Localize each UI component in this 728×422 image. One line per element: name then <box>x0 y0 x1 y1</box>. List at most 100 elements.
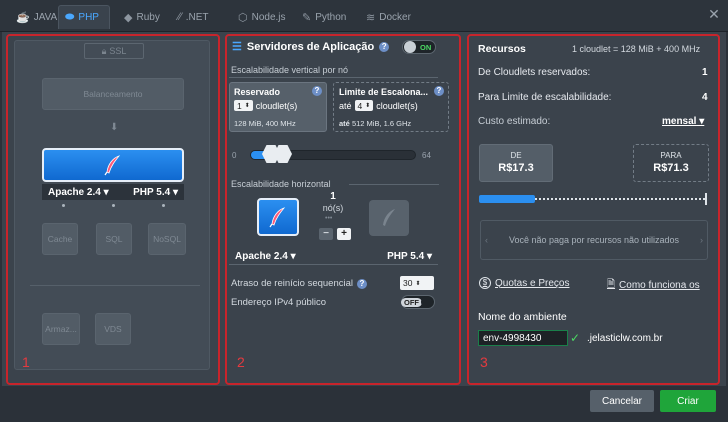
java-icon: ☕ <box>16 11 30 24</box>
to-label: PARA <box>660 151 682 160</box>
limit-row: Para Limite de escalabilidade: <box>478 92 611 103</box>
balancer-node[interactable]: Balanceamento <box>42 78 184 110</box>
sql-label: SQL <box>105 234 123 244</box>
limit-stepper[interactable]: 4 ⬍ <box>354 100 374 111</box>
engine-select[interactable]: Apache 2.4 ▾ <box>48 187 109 198</box>
cancel-button[interactable]: Cancelar <box>590 390 654 412</box>
create-button[interactable]: Criar <box>660 390 716 412</box>
php-select[interactable]: PHP 5.4 ▾ <box>387 251 432 262</box>
restart-delay-input[interactable]: 30 ⬍ <box>400 276 434 290</box>
vertical-scaling-label: Escalabilidade vertical por nó <box>231 65 349 75</box>
reserved-unit: cloudlet(s) <box>255 100 298 111</box>
stepper-arrows-icon: ⬍ <box>415 280 421 287</box>
reserved-info: 128 MiB, 400 MHz <box>234 119 296 128</box>
ruby-icon: ◆ <box>124 11 133 24</box>
from-label: DE <box>510 151 522 160</box>
limit-box: Limite de Escalona... ? até 4 ⬍ cloudlet(… <box>333 82 449 132</box>
ssl-toggle[interactable]: 🔒︎ SSL <box>84 43 144 59</box>
app-server-versions: Apache 2.4 ▾ PHP 5.4 ▾ <box>42 184 184 200</box>
limit-info-prefix: até <box>339 119 350 128</box>
how-it-works-link[interactable]: 🗎︎ Como funciona os <box>607 277 700 294</box>
limit-prefix: até <box>339 100 352 111</box>
php-icon: ⬬ <box>65 11 75 23</box>
slider-min: 0 <box>232 151 237 160</box>
tab-java[interactable]: ☕ JAVA <box>10 5 63 29</box>
reserved-prefix: De <box>478 67 491 78</box>
help-icon[interactable]: ? <box>357 278 367 289</box>
tab-label: Ruby <box>136 11 160 23</box>
unused-resources-hint: ‹ Você não paga por recursos não utiliza… <box>480 220 708 260</box>
cost-label: Custo estimado: <box>478 116 551 127</box>
tab-ruby[interactable]: ◆ Ruby <box>118 5 166 29</box>
connector-dot <box>112 204 115 207</box>
help-icon[interactable]: ? <box>312 86 322 96</box>
nosql-node[interactable]: NoSQL <box>148 223 186 255</box>
cancel-label: Cancelar <box>601 395 643 407</box>
vds-label: VDS <box>104 324 122 334</box>
stepper-arrows-icon: ⬍ <box>244 103 250 109</box>
tab-docker[interactable]: ≋ Docker <box>360 5 417 29</box>
python-icon: ✎ <box>302 11 312 24</box>
restart-delay-value: 30 <box>403 278 413 288</box>
reserved-row: De Cloudlets reservados: <box>478 67 590 78</box>
app-server-node-ghost[interactable] <box>369 200 409 236</box>
cache-node[interactable]: Cache <box>42 223 78 255</box>
reserved-stepper[interactable]: 1 ⬍ <box>234 100 253 111</box>
quotas-link[interactable]: $ Quotas e Preços <box>479 277 569 289</box>
tab-label: Node.js <box>251 11 286 23</box>
domain-suffix: .jelasticlw.com.br <box>587 333 663 344</box>
toggle-knob <box>421 296 433 308</box>
engine-select[interactable]: Apache 2.4 ▾ <box>235 251 296 262</box>
price-to-box: PARA R$71.3 <box>633 144 709 182</box>
arrow-down-icon: ⬇ <box>110 122 119 133</box>
restart-delay-row: Atraso de reinício sequencial ? <box>231 278 367 289</box>
help-icon[interactable]: ? <box>379 41 390 52</box>
hint-text: Você não paga por recursos não utilizado… <box>508 235 680 245</box>
cloudlet-info: 1 cloudlet = 128 MiB + 400 MHz <box>572 44 701 54</box>
help-icon[interactable]: ? <box>434 86 444 96</box>
price-from-box: DE R$17.3 <box>479 144 553 182</box>
tab-nodejs[interactable]: ⬡ Node.js <box>232 5 292 29</box>
tab-dotnet[interactable]: ⁄⁄ .NET <box>172 5 214 29</box>
document-icon: 🗎︎ <box>607 279 616 290</box>
cache-label: Cache <box>47 234 73 244</box>
period-select[interactable]: mensal ▾ <box>662 116 704 127</box>
tab-php[interactable]: ⬬ PHP <box>58 5 110 29</box>
add-node-button[interactable]: + <box>337 228 351 240</box>
app-server-toggle[interactable]: ON <box>402 40 436 54</box>
feather-icon <box>269 207 286 228</box>
env-name-value: env-4998430 <box>483 332 542 344</box>
horizontal-scaling-label: Escalabilidade horizontal <box>231 179 331 189</box>
vds-node[interactable]: VDS <box>95 313 131 345</box>
chevron-left-icon: ‹ <box>485 235 488 245</box>
env-name-input[interactable]: env-4998430 <box>478 330 568 346</box>
php-select[interactable]: PHP 5.4 ▾ <box>133 187 178 198</box>
to-value: R$71.3 <box>653 162 689 174</box>
panel-number: 2 <box>237 354 245 370</box>
nodes-count: 1 <box>330 191 336 202</box>
stepper-arrows-icon: ⬍ <box>365 103 371 109</box>
remove-node-button[interactable]: − <box>319 228 333 240</box>
app-server-node[interactable] <box>42 148 184 182</box>
tab-python[interactable]: ✎ Python <box>296 5 352 29</box>
php-label: PHP 5.4 <box>133 186 171 198</box>
engine-label: Apache 2.4 <box>48 186 101 198</box>
app-server-node-active[interactable] <box>257 198 299 236</box>
storage-node[interactable]: Armaz... <box>42 313 80 345</box>
tab-label: PHP <box>78 12 99 23</box>
close-icon[interactable]: ✕ <box>706 6 722 22</box>
ipv4-toggle[interactable]: OFF <box>401 295 435 309</box>
divider <box>229 77 438 78</box>
toggle-knob <box>404 41 416 53</box>
cost-range-bar <box>479 193 709 205</box>
period-label: mensal <box>662 116 697 127</box>
sql-node[interactable]: SQL <box>96 223 132 255</box>
limit-label: Limite de escalabilidade: <box>501 92 612 103</box>
title-text: Servidores de Aplicação <box>246 40 375 53</box>
engine-tabs: ☕ JAVA ⬬ PHP ◆ Ruby ⁄⁄ .NET ⬡ Node.js ✎ … <box>0 0 728 32</box>
tab-label: JAVA <box>33 11 58 23</box>
connector-dot <box>162 204 165 207</box>
storage-label: Armaz... <box>45 324 77 334</box>
limit-cloudlets-value: 4 <box>702 92 708 103</box>
php-label: PHP 5.4 <box>387 250 425 262</box>
